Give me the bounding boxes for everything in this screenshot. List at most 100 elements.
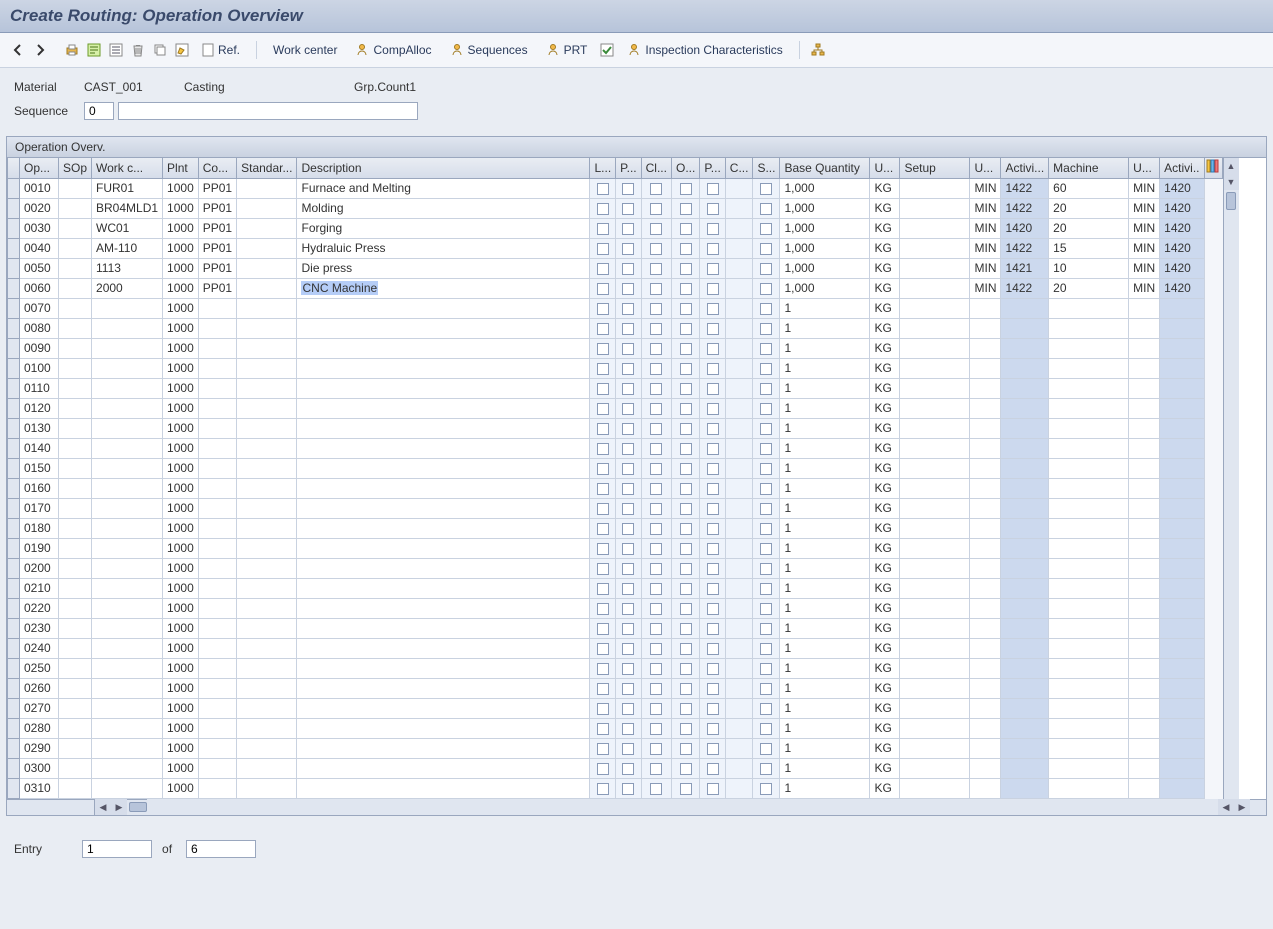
cell-l[interactable]	[590, 698, 616, 718]
cell-u3[interactable]	[1129, 318, 1160, 338]
checkbox[interactable]	[707, 543, 719, 555]
cell-act1[interactable]	[1001, 418, 1049, 438]
cell-u3[interactable]: MIN	[1129, 238, 1160, 258]
cell-p2[interactable]	[700, 218, 725, 238]
cell-sop[interactable]	[59, 518, 92, 538]
cell-desc[interactable]: Forging	[297, 218, 590, 238]
checkbox[interactable]	[597, 383, 609, 395]
table-row[interactable]: 027010001KG	[8, 698, 1223, 718]
cell-desc[interactable]	[297, 518, 590, 538]
cell-selector[interactable]	[8, 198, 20, 218]
cell-op[interactable]: 0300	[20, 758, 59, 778]
table-row[interactable]: 020010001KG	[8, 558, 1223, 578]
cell-l[interactable]	[590, 598, 616, 618]
cell-cl[interactable]	[641, 598, 671, 618]
cell-std[interactable]	[237, 618, 297, 638]
cell-l[interactable]	[590, 578, 616, 598]
cell-u3[interactable]	[1129, 378, 1160, 398]
cell-act2[interactable]: 1420	[1160, 178, 1204, 198]
cell-u1[interactable]: KG	[870, 438, 900, 458]
checkbox[interactable]	[622, 423, 634, 435]
cell-p1[interactable]	[616, 738, 641, 758]
cell-c[interactable]	[725, 478, 753, 498]
table-row[interactable]: 0020BR04MLD11000PP01Molding1,000KGMIN142…	[8, 198, 1223, 218]
checkbox[interactable]	[597, 583, 609, 595]
cell-u2[interactable]	[970, 458, 1001, 478]
horizontal-scrollbar[interactable]: ◀ ▶ ◀ ▶	[7, 799, 1266, 815]
cell-desc[interactable]	[297, 418, 590, 438]
cell-s[interactable]	[753, 618, 780, 638]
checkbox[interactable]	[597, 763, 609, 775]
cell-bq[interactable]: 1	[780, 318, 870, 338]
cell-bq[interactable]: 1	[780, 718, 870, 738]
cell-u1[interactable]: KG	[870, 338, 900, 358]
checkbox[interactable]	[597, 463, 609, 475]
checkbox[interactable]	[650, 563, 662, 575]
cell-act2[interactable]	[1160, 478, 1204, 498]
cell-u2[interactable]	[970, 758, 1001, 778]
cell-mach[interactable]	[1049, 418, 1129, 438]
cell-l[interactable]	[590, 558, 616, 578]
checkbox[interactable]	[707, 643, 719, 655]
cell-selector[interactable]	[8, 378, 20, 398]
cell-o[interactable]	[671, 418, 699, 438]
cell-act2[interactable]	[1160, 638, 1204, 658]
nav-back-icon[interactable]	[8, 40, 28, 60]
cell-act1[interactable]: 1422	[1001, 278, 1049, 298]
cell-wc[interactable]	[92, 358, 163, 378]
cell-u2[interactable]: MIN	[970, 178, 1001, 198]
cell-s[interactable]	[753, 418, 780, 438]
cell-p1[interactable]	[616, 438, 641, 458]
cell-setup[interactable]	[900, 418, 970, 438]
cell-act2[interactable]	[1160, 318, 1204, 338]
cell-act2[interactable]	[1160, 298, 1204, 318]
cell-o[interactable]	[671, 718, 699, 738]
cell-selector[interactable]	[8, 418, 20, 438]
cell-desc[interactable]: Die press	[297, 258, 590, 278]
cell-co[interactable]	[198, 458, 236, 478]
checkbox[interactable]	[760, 583, 772, 595]
cell-c[interactable]	[725, 758, 753, 778]
cell-act2[interactable]	[1160, 678, 1204, 698]
cell-plnt[interactable]: 1000	[163, 698, 199, 718]
cell-co[interactable]	[198, 438, 236, 458]
cell-selector[interactable]	[8, 718, 20, 738]
cell-cl[interactable]	[641, 538, 671, 558]
checkbox[interactable]	[650, 763, 662, 775]
cell-u1[interactable]: KG	[870, 678, 900, 698]
cell-u2[interactable]	[970, 518, 1001, 538]
checkbox[interactable]	[597, 343, 609, 355]
cell-desc[interactable]	[297, 678, 590, 698]
checkbox[interactable]	[597, 223, 609, 235]
cell-c[interactable]	[725, 418, 753, 438]
cell-u2[interactable]	[970, 358, 1001, 378]
cell-u3[interactable]	[1129, 618, 1160, 638]
cell-u2[interactable]	[970, 658, 1001, 678]
cell-p1[interactable]	[616, 578, 641, 598]
cell-wc[interactable]	[92, 638, 163, 658]
cell-c[interactable]	[725, 438, 753, 458]
cell-u1[interactable]: KG	[870, 218, 900, 238]
cell-setup[interactable]	[900, 378, 970, 398]
cell-u1[interactable]: KG	[870, 258, 900, 278]
cell-std[interactable]	[237, 558, 297, 578]
cell-wc[interactable]	[92, 378, 163, 398]
table-row[interactable]: 0030WC011000PP01Forging1,000KGMIN142020M…	[8, 218, 1223, 238]
cell-s[interactable]	[753, 478, 780, 498]
checkbox[interactable]	[707, 523, 719, 535]
checkbox[interactable]	[760, 503, 772, 515]
cell-u3[interactable]	[1129, 658, 1160, 678]
cell-u3[interactable]: MIN	[1129, 278, 1160, 298]
cell-std[interactable]	[237, 698, 297, 718]
checkbox[interactable]	[707, 783, 719, 795]
cell-u1[interactable]: KG	[870, 378, 900, 398]
cell-p1[interactable]	[616, 598, 641, 618]
cell-plnt[interactable]: 1000	[163, 338, 199, 358]
cell-c[interactable]	[725, 638, 753, 658]
cell-mach[interactable]	[1049, 758, 1129, 778]
cell-desc[interactable]	[297, 378, 590, 398]
cell-setup[interactable]	[900, 758, 970, 778]
cell-bq[interactable]: 1	[780, 658, 870, 678]
checkbox[interactable]	[760, 603, 772, 615]
cell-std[interactable]	[237, 358, 297, 378]
